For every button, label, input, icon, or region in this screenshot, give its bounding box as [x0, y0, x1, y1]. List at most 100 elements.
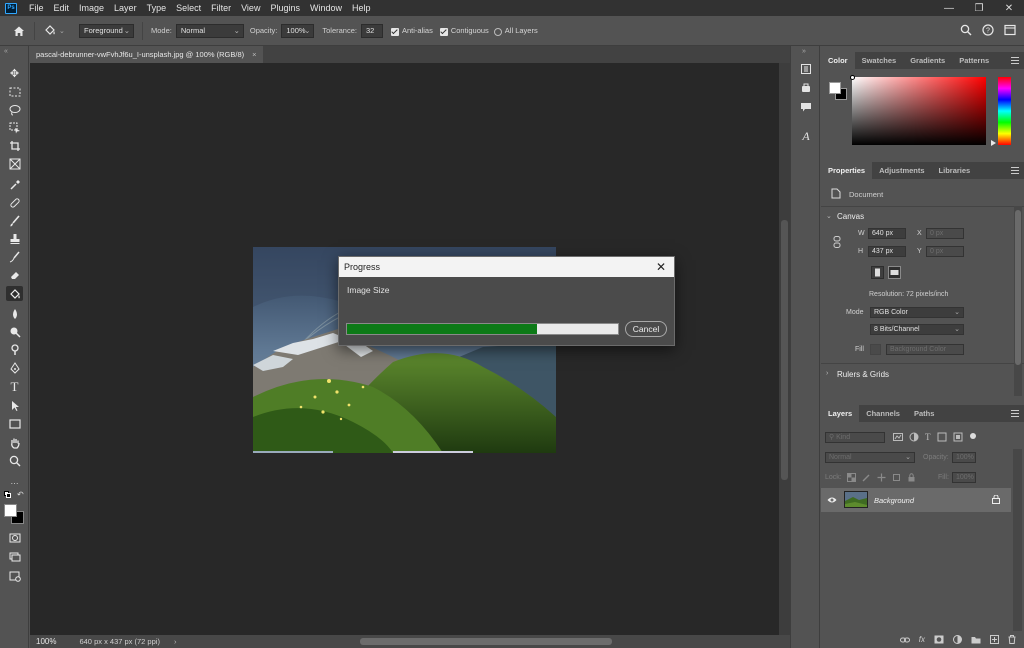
link-dimensions-icon[interactable] — [833, 236, 841, 248]
adjustment-layer-icon[interactable] — [953, 635, 962, 644]
rectangle-tool-icon[interactable] — [6, 416, 23, 431]
delete-layer-icon[interactable] — [1008, 635, 1016, 644]
menu-view[interactable]: View — [236, 0, 265, 16]
color-field[interactable] — [852, 77, 986, 145]
menu-image[interactable]: Image — [74, 0, 109, 16]
new-group-icon[interactable] — [971, 636, 981, 644]
fill-dropdown[interactable]: Background Color — [886, 344, 964, 355]
layer-row-background[interactable]: Background — [821, 488, 1011, 512]
anti-alias-checkbox[interactable] — [390, 27, 399, 36]
fill-swatch[interactable] — [870, 344, 881, 355]
panel-menu-icon[interactable] — [1011, 410, 1019, 417]
layers-scrollbar[interactable] — [1013, 449, 1022, 631]
tab-channels[interactable]: Channels — [859, 405, 907, 422]
search-icon[interactable] — [960, 24, 972, 36]
help-icon[interactable]: ? — [982, 24, 994, 36]
layer-opacity-input[interactable]: 100% — [952, 452, 976, 463]
tab-gradients[interactable]: Gradients — [903, 52, 952, 69]
properties-scroll-thumb[interactable] — [1015, 210, 1021, 365]
history-panel-icon[interactable] — [799, 62, 813, 76]
tab-patterns[interactable]: Patterns — [952, 52, 996, 69]
opacity-input[interactable]: 100% ⌄ — [281, 23, 315, 38]
glyphs-panel-icon[interactable]: A — [799, 129, 813, 143]
menu-select[interactable]: Select — [171, 0, 206, 16]
vertical-scroll-thumb[interactable] — [781, 220, 788, 480]
bit-depth-dropdown[interactable]: 8 Bits/Channel ⌄ — [870, 324, 964, 335]
swap-colors-icon[interactable]: ↶ — [17, 490, 24, 499]
lasso-tool-icon[interactable] — [6, 102, 23, 117]
all-layers-checkbox[interactable] — [493, 27, 502, 36]
paint-bucket-tool-icon[interactable] — [6, 286, 23, 301]
share-icon[interactable] — [6, 568, 23, 583]
contiguous-checkbox[interactable] — [439, 27, 448, 36]
menu-edit[interactable]: Edit — [49, 0, 75, 16]
healing-brush-tool-icon[interactable] — [6, 195, 23, 210]
paint-bucket-preset-icon[interactable]: ⌄ — [43, 24, 67, 38]
zoom-level[interactable]: 100% — [36, 637, 56, 646]
type-filter-icon[interactable]: T — [925, 432, 931, 442]
close-window-button[interactable]: ✕ — [994, 0, 1024, 16]
eyedropper-tool-icon[interactable] — [6, 177, 23, 192]
color-field-picker[interactable] — [850, 75, 855, 80]
comments-panel-icon[interactable] — [799, 100, 813, 114]
menu-plugins[interactable]: Plugins — [265, 0, 305, 16]
menu-layer[interactable]: Layer — [109, 0, 142, 16]
dodge-burn-tool-icon[interactable] — [6, 342, 23, 357]
menu-window[interactable]: Window — [305, 0, 347, 16]
lock-artboard-icon[interactable] — [892, 473, 901, 482]
status-arrow-icon[interactable]: › — [174, 637, 177, 646]
stamp-tool-icon[interactable] — [6, 231, 23, 246]
screen-mode-icon[interactable] — [6, 549, 23, 564]
menu-help[interactable]: Help — [347, 0, 376, 16]
history-brush-tool-icon[interactable] — [6, 249, 23, 264]
close-tab-icon[interactable]: × — [252, 50, 256, 59]
marquee-tool-icon[interactable] — [6, 84, 23, 99]
panel-fg-swatch[interactable] — [829, 82, 841, 94]
add-mask-icon[interactable] — [934, 635, 944, 644]
tab-properties[interactable]: Properties — [821, 162, 873, 179]
actions-panel-icon[interactable] — [799, 81, 813, 95]
default-colors-icon[interactable] — [4, 491, 11, 498]
move-tool-icon[interactable]: ✥ — [6, 66, 23, 81]
path-selection-tool-icon[interactable] — [6, 398, 23, 413]
height-field[interactable]: 437 px — [868, 246, 906, 257]
workspace-icon[interactable] — [1004, 24, 1016, 36]
dialog-titlebar[interactable]: Progress — [339, 257, 674, 277]
foreground-color-swatch[interactable] — [4, 504, 17, 517]
shape-filter-icon[interactable] — [937, 432, 947, 442]
zoom-tool-icon[interactable] — [6, 453, 23, 468]
canvas-section-toggle[interactable]: ⌄ — [826, 212, 832, 220]
dodge-tool-icon[interactable] — [6, 324, 23, 339]
color-mode-dropdown[interactable]: RGB Color ⌄ — [870, 307, 964, 318]
dialog-close-button[interactable]: ✕ — [653, 259, 669, 275]
frame-tool-icon[interactable] — [6, 156, 23, 171]
strip-collapse-icon[interactable]: » — [802, 48, 806, 55]
mode-dropdown[interactable]: Normal ⌄ — [175, 23, 244, 38]
object-selection-tool-icon[interactable] — [6, 120, 23, 135]
tab-layers[interactable]: Layers — [821, 405, 860, 422]
layer-visibility-eye-icon[interactable] — [827, 496, 837, 504]
lock-transparency-icon[interactable] — [847, 473, 856, 482]
portrait-orientation-button[interactable] — [871, 266, 884, 279]
smart-object-filter-icon[interactable] — [953, 432, 963, 442]
tab-swatches[interactable]: Swatches — [855, 52, 904, 69]
width-field[interactable]: 640 px — [868, 228, 906, 239]
crop-tool-icon[interactable] — [6, 138, 23, 153]
y-field[interactable]: 0 px — [926, 246, 964, 257]
tolerance-input[interactable]: 32 — [360, 23, 383, 38]
layer-name[interactable]: Background — [874, 496, 914, 505]
quick-mask-icon[interactable] — [6, 530, 23, 545]
panel-menu-icon[interactable] — [1011, 57, 1019, 64]
photoshop-logo[interactable]: Ps — [5, 2, 17, 14]
menu-file[interactable]: File — [24, 0, 49, 16]
hue-slider[interactable] — [998, 77, 1011, 145]
x-field[interactable]: 0 px — [926, 228, 964, 239]
brush-tool-icon[interactable] — [6, 213, 23, 228]
link-layers-icon[interactable] — [899, 636, 910, 644]
layer-fill-input[interactable]: 100% — [952, 472, 976, 483]
tab-paths[interactable]: Paths — [907, 405, 941, 422]
document-tab[interactable]: pascal-debrunner-vwFvhJf6u_I-unsplash.jp… — [30, 46, 263, 63]
lock-all-icon[interactable] — [907, 473, 916, 482]
lock-position-icon[interactable] — [877, 473, 886, 482]
pixel-filter-icon[interactable] — [893, 432, 903, 442]
